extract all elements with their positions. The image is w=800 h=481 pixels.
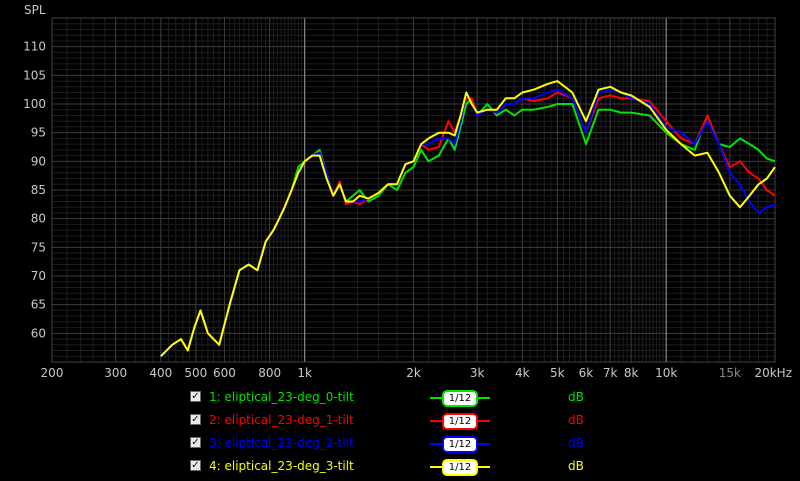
- legend-item: ✓ 2: eliptical_23-deg_1-tilt 1/12 dB: [190, 409, 610, 432]
- y-tick-label: 90: [31, 154, 46, 168]
- x-tick-label: 800: [258, 366, 281, 380]
- y-tick-label: 100: [23, 97, 46, 111]
- legend: ✓ 1: eliptical_23-deg_0-tilt 1/12 dB ✓ 2…: [190, 386, 610, 478]
- series-1-smoothing-value: 1/12: [442, 390, 478, 407]
- series-2-smoothing-value: 1/12: [442, 413, 478, 430]
- x-tick-label: 15k: [719, 366, 741, 380]
- legend-item: ✓ 3: eliptical_23-deg_2-tilt 1/12 dB: [190, 432, 610, 455]
- series-4-unit: dB: [568, 459, 584, 473]
- series-1-unit: dB: [568, 390, 584, 404]
- x-tick-label: 1k: [297, 366, 312, 380]
- y-tick-label: 105: [23, 68, 46, 82]
- x-tick-label: 3k: [470, 366, 485, 380]
- y-axis-label: SPL: [24, 3, 46, 17]
- y-tick-label: 95: [31, 126, 46, 140]
- x-tick-label: 20kHz: [754, 366, 792, 380]
- x-tick-label: 7k: [603, 366, 618, 380]
- y-tick-label: 110: [23, 40, 46, 54]
- y-tick-label: 75: [31, 240, 46, 254]
- legend-item: ✓ 4: eliptical_23-deg_3-tilt 1/12 dB: [190, 455, 610, 478]
- x-tick-label: 600: [213, 366, 236, 380]
- series-2-unit: dB: [568, 413, 584, 427]
- x-tick-label: 300: [104, 366, 127, 380]
- x-tick-label: 8k: [624, 366, 639, 380]
- series-4-smoothing-button[interactable]: 1/12: [430, 459, 490, 476]
- x-tick-label: 2k: [406, 366, 421, 380]
- series-1-label[interactable]: 1: eliptical_23-deg_0-tilt: [209, 386, 354, 409]
- legend-item: ✓ 1: eliptical_23-deg_0-tilt 1/12 dB: [190, 386, 610, 409]
- series-3-checkbox[interactable]: ✓: [190, 437, 201, 448]
- series-3-label[interactable]: 3: eliptical_23-deg_2-tilt: [209, 432, 354, 455]
- series-4-smoothing-value: 1/12: [442, 459, 478, 476]
- y-tick-label: 80: [31, 212, 46, 226]
- series-4-label[interactable]: 4: eliptical_23-deg_3-tilt: [209, 455, 354, 478]
- series-2-checkbox[interactable]: ✓: [190, 414, 201, 425]
- x-tick-label: 6k: [579, 366, 594, 380]
- y-tick-label: 65: [31, 298, 46, 312]
- major-grid: [51, 18, 776, 362]
- x-tick-label: 500: [184, 366, 207, 380]
- series-3-smoothing-button[interactable]: 1/12: [430, 436, 490, 453]
- series-1-smoothing-button[interactable]: 1/12: [430, 390, 490, 407]
- y-tick-label: 85: [31, 183, 46, 197]
- series-3-unit: dB: [568, 436, 584, 450]
- y-tick-label: 60: [31, 326, 46, 340]
- x-tick-label: 4k: [515, 366, 530, 380]
- series-4-checkbox[interactable]: ✓: [190, 460, 201, 471]
- x-tick-label: 400: [149, 366, 172, 380]
- x-tick-label: 5k: [550, 366, 565, 380]
- series-1-checkbox[interactable]: ✓: [190, 391, 201, 402]
- y-tick-label: 70: [31, 269, 46, 283]
- series-2-label[interactable]: 2: eliptical_23-deg_1-tilt: [209, 409, 354, 432]
- x-tick-label: 200: [41, 366, 64, 380]
- x-tick-label: 10k: [655, 366, 677, 380]
- series-2-smoothing-button[interactable]: 1/12: [430, 413, 490, 430]
- series-3-smoothing-value: 1/12: [442, 436, 478, 453]
